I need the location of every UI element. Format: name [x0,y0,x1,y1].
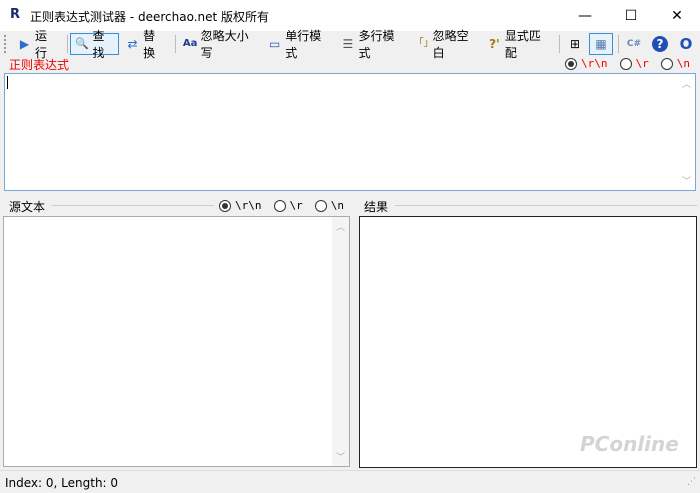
ignore-whitespace-button[interactable]: 「」 忽略空白 [410,29,481,60]
cr-label: \r [635,57,649,70]
minimize-button[interactable]: — [562,0,608,31]
singleline-button[interactable]: ▭ 单行模式 [263,29,334,60]
run-button[interactable]: ▶ 运行 [13,29,62,60]
tree-view-icon: ⊞ [570,36,581,51]
csharp-icon: C# [626,38,642,49]
explicit-icon: ?' [489,36,500,51]
toolbar: ▶ 运行 🔍 查找 ⇄ 替换 Aa 忽略大小写 ▭ 单行模式 ☰ 多行模式 「」 忽略空白 ?… [0,29,700,60]
close-button[interactable]: ✕ [654,0,700,31]
window-title: 正则表达式测试器 - deerchao.net 版权所有 [30,10,270,24]
ignore-case-label: 忽略大小写 [200,28,249,60]
regex-lf-radio[interactable] [660,57,673,70]
help-button[interactable]: ? [648,33,672,55]
separator [618,34,619,53]
separator [66,34,68,53]
grid-view-icon: ▦ [595,36,607,51]
explicit-capture-button[interactable]: ?' 显式匹配 [483,29,554,60]
circle-icon: O [679,34,693,53]
csharp-button[interactable]: C# [622,33,646,55]
regex-crlf-radio[interactable] [565,57,577,70]
separator [559,34,561,53]
result-panel[interactable] [359,216,697,468]
resize-grip[interactable]: ⋰ [687,477,696,487]
regex-newline-options: \r\n \r \n [565,57,698,70]
find-label: 查找 [92,28,105,60]
source-text-input[interactable]: ︿ ﹀ [3,216,350,467]
find-button[interactable]: 🔍 查找 [70,29,120,60]
regex-input[interactable]: ︿ ﹀ [4,73,696,191]
brackets-icon: 「」 [413,37,434,49]
replace-label: 替换 [143,28,156,60]
singleline-icon: ▭ [269,36,281,51]
play-icon: ▶ [19,36,30,51]
source-scrollbar[interactable]: ︿ ﹀ [332,217,349,466]
ignore-case-button[interactable]: Aa 忽略大小写 [179,29,262,60]
status-bar: Index: 0, Length: 0 ⋰ [0,470,700,493]
maximize-button[interactable]: ☐ [608,0,654,31]
crlf-label: \r\n [581,57,608,70]
result-label: 结果 [364,200,389,214]
text-cursor [7,76,8,89]
singleline-label: 单行模式 [285,28,322,60]
status-text: Index: 0, Length: 0 [5,476,119,490]
source-lf-radio[interactable] [314,199,327,212]
replace-icon: ⇄ [127,36,138,51]
case-icon: Aa [182,37,198,49]
grid-view-button[interactable]: ▦ [589,32,614,55]
multiline-label: 多行模式 [358,28,395,60]
ignore-whitespace-label: 忽略空白 [432,28,469,60]
lf-label: \n [330,199,344,212]
magnifier-icon: 🔍 [75,36,89,50]
regex-cr-radio[interactable] [619,57,632,70]
tree-view-button[interactable]: ⊞ [563,33,587,55]
toolbar-grip[interactable] [4,34,7,53]
watermark-logo: PConline [580,432,679,456]
help-icon: ? [651,35,668,52]
app-icon: R [10,7,21,22]
source-crlf-radio[interactable] [219,199,231,212]
divider [52,205,214,206]
source-label: 源文本 [9,200,46,214]
source-newline-options: \r\n \r \n [219,199,352,212]
about-button[interactable]: O [674,33,698,55]
crlf-label: \r\n [235,199,262,212]
regex-label: 正则表达式 [9,58,70,72]
explicit-capture-label: 显式匹配 [504,28,541,60]
regex-scrollbar[interactable]: ︿ ﹀ [678,74,695,190]
source-cr-radio[interactable] [273,199,286,212]
multiline-button[interactable]: ☰ 多行模式 [336,29,407,60]
multiline-icon: ☰ [342,36,354,51]
separator [174,34,176,53]
replace-button[interactable]: ⇄ 替换 [121,29,170,60]
divider [395,205,697,206]
cr-label: \r [289,199,303,212]
lf-label: \n [676,57,690,70]
